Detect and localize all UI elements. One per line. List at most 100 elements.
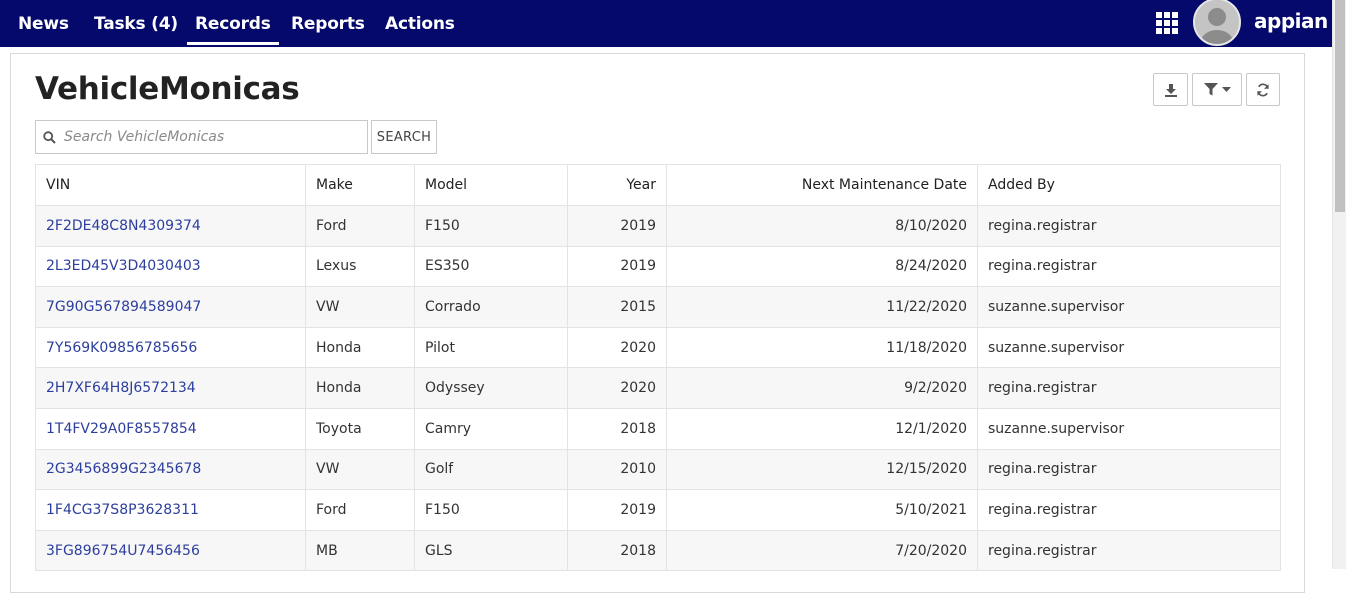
filter-button[interactable] — [1192, 73, 1242, 106]
added-by-cell: regina.registrar — [977, 205, 1281, 247]
added-by-cell: suzanne.supervisor — [977, 326, 1281, 369]
year-cell: 2018 — [567, 529, 667, 572]
column-header-year[interactable]: Year — [567, 164, 667, 206]
year-cell: 2020 — [567, 367, 667, 409]
year-cell: 2019 — [567, 205, 667, 247]
table-row: 7Y569K09856785656 Honda Pilot 2020 11/18… — [35, 326, 1281, 369]
vin-cell: 7G90G567894589047 — [35, 286, 306, 328]
search-icon — [43, 130, 56, 144]
scrollbar-thumb[interactable] — [1335, 0, 1345, 212]
vin-link[interactable]: 7G90G567894589047 — [46, 299, 201, 315]
table-row: 7G90G567894589047 VW Corrado 2015 11/22/… — [35, 286, 1281, 328]
vin-link[interactable]: 7Y569K09856785656 — [46, 340, 197, 356]
refresh-icon — [1257, 83, 1269, 96]
records-table: VIN Make Model Year Next Maintenance Dat… — [35, 164, 1281, 572]
year-cell: 2010 — [567, 448, 667, 491]
model-cell: Camry — [414, 407, 568, 450]
vin-cell: 2L3ED45V3D4030403 — [35, 245, 306, 288]
page-scrollbar[interactable] — [1332, 0, 1346, 569]
filter-icon — [1203, 83, 1218, 96]
maintenance-date-cell: 7/20/2020 — [666, 529, 978, 572]
download-button[interactable] — [1153, 73, 1188, 106]
vin-cell: 1F4CG37S8P3628311 — [35, 489, 306, 531]
added-by-cell: regina.registrar — [977, 529, 1281, 572]
vin-link[interactable]: 2F2DE48C8N4309374 — [46, 218, 201, 234]
maintenance-date-cell: 8/24/2020 — [666, 245, 978, 288]
make-cell: Lexus — [305, 245, 415, 288]
download-icon — [1164, 83, 1177, 97]
make-cell: VW — [305, 286, 415, 328]
page-title: VehicleMonicas — [35, 71, 300, 107]
user-avatar[interactable] — [1193, 0, 1241, 46]
make-cell: Honda — [305, 326, 415, 369]
year-cell: 2018 — [567, 407, 667, 450]
added-by-cell: suzanne.supervisor — [977, 407, 1281, 450]
vin-link[interactable]: 2G3456899G2345678 — [46, 461, 201, 477]
maintenance-date-cell: 11/22/2020 — [666, 286, 978, 328]
refresh-button[interactable] — [1246, 73, 1280, 106]
column-header-vin[interactable]: VIN — [35, 164, 306, 206]
model-cell: GLS — [414, 529, 568, 572]
user-avatar-icon — [1195, 0, 1239, 44]
vin-cell: 7Y569K09856785656 — [35, 326, 306, 369]
nav-tab-news[interactable]: News — [18, 0, 69, 47]
maintenance-date-cell: 11/18/2020 — [666, 326, 978, 369]
make-cell: Ford — [305, 489, 415, 531]
vin-cell: 1T4FV29A0F8557854 — [35, 407, 306, 450]
table-header-row: VIN Make Model Year Next Maintenance Dat… — [35, 164, 1281, 206]
vin-link[interactable]: 3FG896754U7456456 — [46, 543, 200, 559]
vin-cell: 2G3456899G2345678 — [35, 448, 306, 491]
make-cell: MB — [305, 529, 415, 572]
added-by-cell: regina.registrar — [977, 489, 1281, 531]
table-row: 2F2DE48C8N4309374 Ford F150 2019 8/10/20… — [35, 205, 1281, 247]
vin-link[interactable]: 2L3ED45V3D4030403 — [46, 258, 201, 274]
nav-tab-actions[interactable]: Actions — [385, 0, 455, 47]
maintenance-date-cell: 8/10/2020 — [666, 205, 978, 247]
column-header-make[interactable]: Make — [305, 164, 415, 206]
make-cell: Ford — [305, 205, 415, 247]
added-by-cell: regina.registrar — [977, 367, 1281, 409]
table-row: 3FG896754U7456456 MB GLS 2018 7/20/2020 … — [35, 529, 1281, 572]
model-cell: Pilot — [414, 326, 568, 369]
added-by-cell: regina.registrar — [977, 245, 1281, 288]
nav-tab-records[interactable]: Records — [187, 0, 279, 47]
model-cell: Odyssey — [414, 367, 568, 409]
search-input[interactable] — [64, 129, 367, 145]
search-box — [35, 120, 368, 154]
model-cell: F150 — [414, 205, 568, 247]
maintenance-date-cell: 9/2/2020 — [666, 367, 978, 409]
model-cell: Golf — [414, 448, 568, 491]
added-by-cell: regina.registrar — [977, 448, 1281, 491]
year-cell: 2019 — [567, 489, 667, 531]
maintenance-date-cell: 5/10/2021 — [666, 489, 978, 531]
appian-logo[interactable]: appian — [1254, 9, 1328, 33]
column-header-model[interactable]: Model — [414, 164, 568, 206]
column-header-added-by[interactable]: Added By — [977, 164, 1281, 206]
make-cell: Toyota — [305, 407, 415, 450]
model-cell: Corrado — [414, 286, 568, 328]
vin-link[interactable]: 1F4CG37S8P3628311 — [46, 502, 199, 518]
model-cell: ES350 — [414, 245, 568, 288]
table-row: 1T4FV29A0F8557854 Toyota Camry 2018 12/1… — [35, 407, 1281, 450]
vin-cell: 2H7XF64H8J6572134 — [35, 367, 306, 409]
table-row: 2H7XF64H8J6572134 Honda Odyssey 2020 9/2… — [35, 367, 1281, 409]
make-cell: Honda — [305, 367, 415, 409]
table-row: 2L3ED45V3D4030403 Lexus ES350 2019 8/24/… — [35, 245, 1281, 288]
chevron-down-icon — [1221, 86, 1231, 92]
maintenance-date-cell: 12/15/2020 — [666, 448, 978, 491]
maintenance-date-cell: 12/1/2020 — [666, 407, 978, 450]
vin-link[interactable]: 2H7XF64H8J6572134 — [46, 380, 196, 396]
search-button[interactable]: SEARCH — [371, 120, 437, 154]
column-header-next-maintenance-date[interactable]: Next Maintenance Date — [666, 164, 978, 206]
table-row: 2G3456899G2345678 VW Golf 2010 12/15/202… — [35, 448, 1281, 491]
year-cell: 2015 — [567, 286, 667, 328]
top-nav-bar: News Tasks (4) Records Reports Actions a… — [0, 0, 1332, 47]
nav-tab-tasks[interactable]: Tasks (4) — [94, 0, 178, 47]
make-cell: VW — [305, 448, 415, 491]
added-by-cell: suzanne.supervisor — [977, 286, 1281, 328]
nav-tab-reports[interactable]: Reports — [291, 0, 365, 47]
vin-link[interactable]: 1T4FV29A0F8557854 — [46, 421, 197, 437]
year-cell: 2019 — [567, 245, 667, 288]
apps-grid-icon[interactable] — [1156, 12, 1178, 34]
vin-cell: 2F2DE48C8N4309374 — [35, 205, 306, 247]
